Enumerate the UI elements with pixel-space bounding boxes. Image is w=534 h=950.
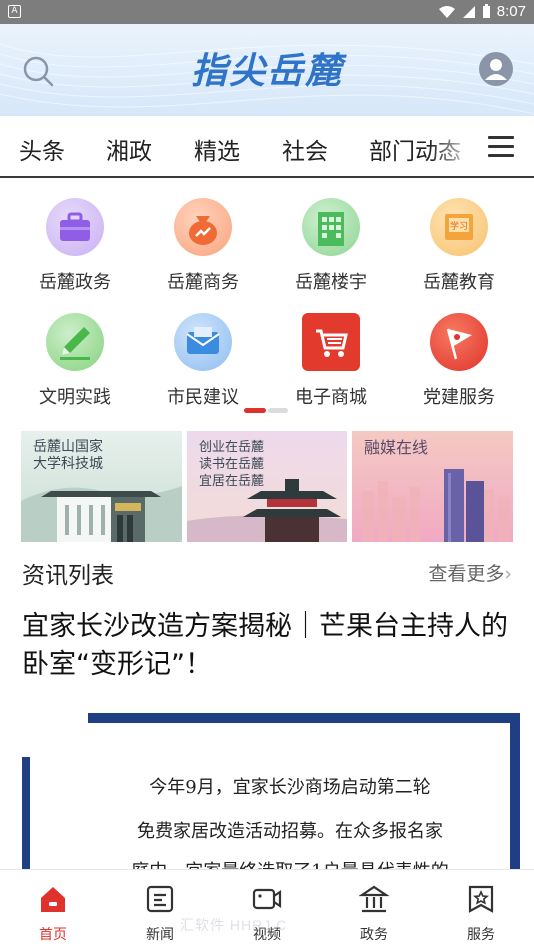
news-icon bbox=[146, 885, 174, 913]
service-label: 岳麓商务 bbox=[167, 272, 239, 293]
service-yuelu-government[interactable]: 岳麓政务 bbox=[11, 198, 139, 294]
envelope-icon bbox=[174, 313, 232, 371]
service-label: 岳麓政务 bbox=[39, 272, 111, 293]
hamburger-menu-icon[interactable] bbox=[488, 136, 514, 158]
service-label: 电子商城 bbox=[295, 387, 367, 408]
image-text-line: 今年9月，宜家长沙商场启动第二轮 bbox=[149, 777, 431, 798]
tab-society[interactable]: 社会 bbox=[282, 132, 328, 166]
building-icon bbox=[302, 198, 360, 256]
service-yuelu-commerce[interactable]: 岳麓商务 bbox=[139, 198, 267, 294]
status-bar: A 8:07 bbox=[0, 0, 534, 24]
tabs-fade-overlay bbox=[430, 116, 480, 176]
article-image[interactable]: 今年9月，宜家长沙商场启动第二轮 免费家居改造活动招募。在众多报名家 庭中，宜家… bbox=[22, 705, 520, 875]
nav-news[interactable]: 新闻 bbox=[120, 884, 200, 944]
banner-caption: 融媒在线 bbox=[364, 438, 429, 457]
watermark-text: 汇软件 HHRJ.C bbox=[180, 917, 288, 933]
nav-label: 服务 bbox=[467, 927, 495, 943]
category-tabs: 头条 湘政 精选 社会 部门动态 bbox=[0, 116, 534, 178]
bottom-navigation: 首页 新闻 视频 政务 服务 bbox=[0, 869, 534, 950]
page-indicator-active bbox=[244, 408, 266, 413]
banner-caption: 创业在岳麓 读书在岳麓 宜居在岳麓 bbox=[199, 440, 265, 489]
service-yuelu-education[interactable]: 学习 岳麓教育 bbox=[395, 198, 523, 294]
tab-featured[interactable]: 精选 bbox=[194, 132, 240, 166]
services-grid: 岳麓政务 岳麓商务 岳麓楼宇 学习 岳麓教育 文明实践 市民建议 电子商城 党建… bbox=[0, 190, 534, 410]
app-notification-icon: A bbox=[8, 5, 21, 18]
article-title[interactable]: 宜家长沙改造方案揭秘｜芒果台主持人的卧室“变形记”！ bbox=[22, 608, 516, 684]
banner-caption: 岳麓山国家 大学科技城 bbox=[33, 439, 103, 472]
app-header: 指尖岳麓 bbox=[0, 24, 534, 116]
service-label: 文明实践 bbox=[39, 387, 111, 408]
nav-services[interactable]: 服务 bbox=[441, 884, 521, 944]
nav-label: 政务 bbox=[360, 927, 388, 943]
service-label: 岳麓楼宇 bbox=[295, 272, 367, 293]
shopping-cart-icon bbox=[302, 313, 360, 371]
service-party-building[interactable]: 党建服务 bbox=[395, 313, 523, 409]
banner-media-online[interactable]: 融媒在线 bbox=[352, 431, 513, 542]
nav-government[interactable]: 政务 bbox=[334, 884, 414, 944]
nav-label: 首页 bbox=[39, 927, 67, 943]
svg-text:学习: 学习 bbox=[450, 220, 468, 232]
service-label: 党建服务 bbox=[423, 387, 495, 408]
service-civilization-practice[interactable]: 文明实践 bbox=[11, 313, 139, 409]
nav-home[interactable]: 首页 bbox=[13, 884, 93, 944]
tab-headlines[interactable]: 头条 bbox=[19, 132, 65, 166]
app-logo: 指尖岳麓 bbox=[190, 50, 343, 92]
status-time: 8:07 bbox=[496, 3, 526, 20]
nav-video[interactable]: 视频 bbox=[227, 884, 307, 944]
signal-icon bbox=[462, 5, 475, 18]
party-flag-icon bbox=[430, 313, 488, 371]
service-label: 岳麓教育 bbox=[423, 272, 495, 293]
pencil-icon bbox=[46, 313, 104, 371]
service-star-icon bbox=[468, 885, 494, 913]
service-label: 市民建议 bbox=[167, 387, 239, 408]
wifi-icon bbox=[438, 5, 455, 18]
tab-xiangzheng[interactable]: 湘政 bbox=[106, 132, 152, 166]
news-section-title: 资讯列表 bbox=[22, 563, 114, 589]
user-profile-icon[interactable] bbox=[478, 51, 514, 87]
banner-startup-yuelu[interactable]: 创业在岳麓 读书在岳麓 宜居在岳麓 bbox=[187, 431, 347, 542]
view-more-label: 查看更多 bbox=[428, 563, 505, 585]
video-icon bbox=[252, 888, 282, 910]
page-indicator-inactive bbox=[268, 408, 288, 413]
service-yuelu-buildings[interactable]: 岳麓楼宇 bbox=[267, 198, 395, 294]
image-frame-border-left bbox=[22, 757, 30, 875]
money-bag-icon bbox=[174, 198, 232, 256]
government-building-icon bbox=[358, 885, 390, 913]
status-icons: 8:07 bbox=[438, 3, 526, 20]
carousel-page-indicator bbox=[244, 408, 290, 413]
home-icon bbox=[41, 887, 65, 912]
service-online-mall[interactable]: 电子商城 bbox=[267, 313, 395, 409]
chevron-right-icon: › bbox=[504, 563, 512, 585]
banner-science-city[interactable]: 岳麓山国家 大学科技城 bbox=[21, 431, 182, 542]
service-citizen-suggestions[interactable]: 市民建议 bbox=[139, 313, 267, 409]
battery-icon bbox=[482, 4, 490, 18]
image-text-line: 免费家居改造活动招募。在众多报名家 bbox=[137, 821, 443, 842]
briefcase-icon bbox=[46, 198, 104, 256]
study-book-icon: 学习 bbox=[430, 198, 488, 256]
view-more-link[interactable]: 查看更多› bbox=[428, 559, 512, 586]
